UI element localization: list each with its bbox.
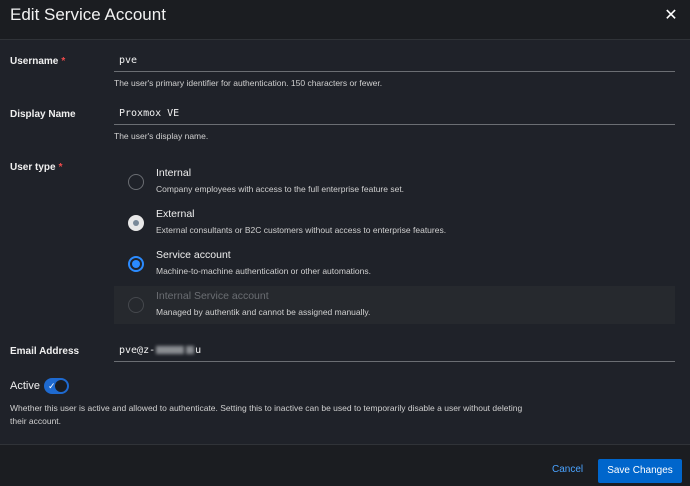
- email-value-suffix: u: [195, 345, 202, 356]
- required-marker: *: [58, 162, 63, 173]
- radio-description: External consultants or B2C customers wi…: [156, 225, 447, 235]
- radio-description: Machine-to-machine authentication or oth…: [156, 266, 371, 276]
- username-helper: The user's primary identifier for authen…: [114, 78, 383, 88]
- save-changes-button[interactable]: Save Changes: [598, 459, 682, 483]
- username-input[interactable]: pve: [114, 52, 675, 72]
- radio-title: Service account: [156, 249, 231, 261]
- radio-service-account[interactable]: Service account Machine-to-machine authe…: [114, 245, 675, 283]
- redacted-text: [156, 346, 185, 354]
- active-toggle[interactable]: ✓: [44, 378, 69, 394]
- radio-title: Internal: [156, 167, 192, 179]
- user-type-label: User type *: [10, 162, 63, 173]
- display-name-input[interactable]: Proxmox VE: [114, 105, 675, 125]
- display-name-label: Display Name: [10, 109, 76, 120]
- radio-description: Company employees with access to the ful…: [156, 184, 405, 194]
- toggle-knob: [55, 380, 67, 392]
- username-label: Username *: [10, 56, 66, 67]
- cancel-button[interactable]: Cancel: [552, 464, 583, 475]
- radio-button-service-account[interactable]: [128, 256, 144, 272]
- email-label: Email Address: [10, 346, 80, 357]
- close-icon[interactable]: ✕: [662, 7, 680, 25]
- email-value-prefix: pve@z-: [119, 345, 156, 356]
- radio-button-external[interactable]: [128, 215, 144, 231]
- dialog-title: Edit Service Account: [10, 5, 166, 24]
- radio-external[interactable]: External External consultants or B2C cus…: [114, 204, 675, 242]
- redacted-text: [186, 346, 195, 354]
- required-marker: *: [61, 56, 66, 67]
- radio-internal-service-account: Internal Service account Managed by auth…: [114, 286, 675, 324]
- dialog-footer: Cancel Save Changes: [0, 444, 690, 486]
- radio-description: Managed by authentik and cannot be assig…: [156, 307, 371, 317]
- dialog-header: Edit Service Account ✕: [0, 0, 690, 40]
- radio-title: Internal Service account: [156, 290, 269, 302]
- display-name-helper: The user's display name.: [114, 131, 209, 141]
- radio-button-internal-service-account: [128, 297, 144, 313]
- radio-internal[interactable]: Internal Company employees with access t…: [114, 163, 675, 201]
- active-helper: Whether this user is active and allowed …: [10, 403, 523, 426]
- email-input[interactable]: pve@z-u: [114, 342, 675, 362]
- radio-title: External: [156, 208, 195, 220]
- radio-button-internal[interactable]: [128, 174, 144, 190]
- active-label: Active: [10, 380, 40, 392]
